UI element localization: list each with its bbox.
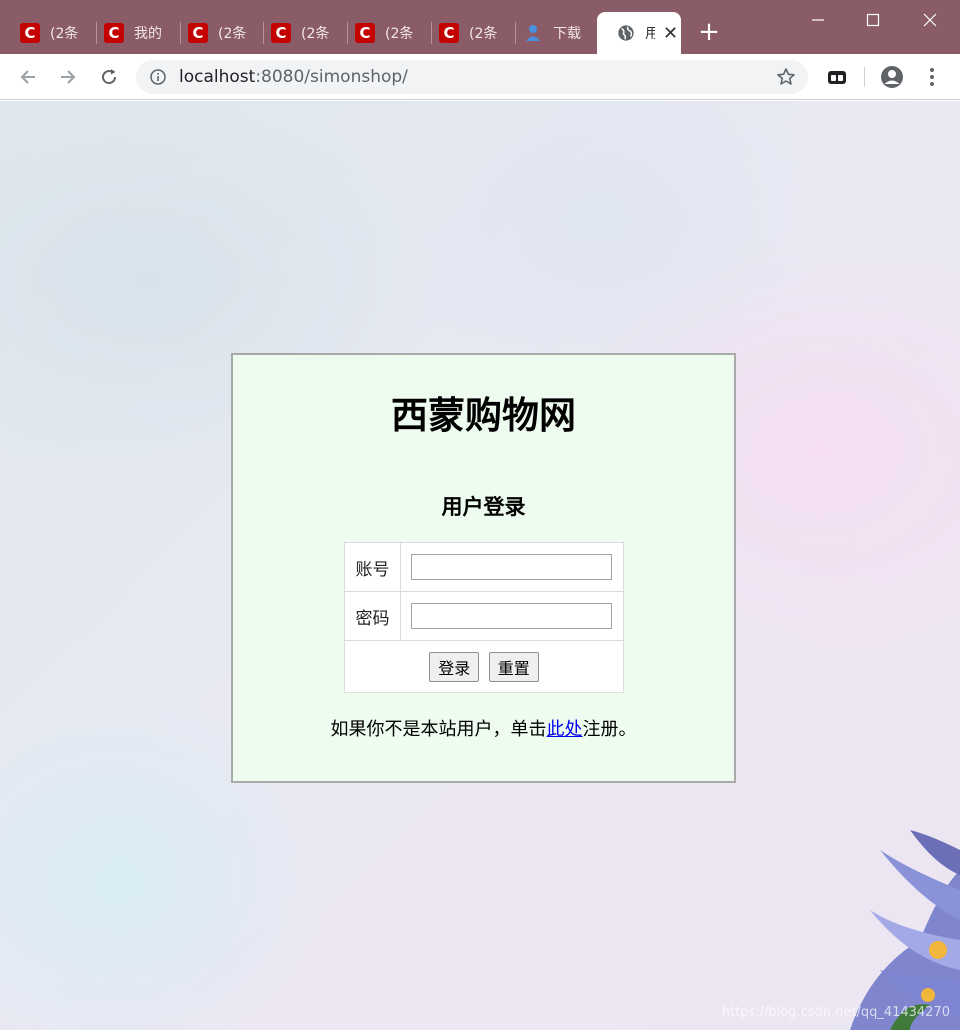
register-suffix: 注册。 [582, 719, 637, 740]
download-icon [526, 25, 540, 41]
csdn-icon: C [20, 23, 40, 43]
watermark-text: https://blog.csdn.net/qq_41434270 [721, 1005, 950, 1020]
tab-close-icon[interactable]: ✕ [663, 23, 678, 44]
arrow-left-icon [20, 70, 35, 84]
minimize-button[interactable] [804, 6, 832, 34]
login-heading: 用户登录 [441, 495, 526, 519]
reset-button[interactable]: 重置 [488, 651, 539, 682]
tab-active[interactable]: 用 ✕ [597, 12, 681, 54]
url-host: localhost [179, 67, 256, 87]
extension-button[interactable] [825, 65, 849, 89]
window-close-icon [923, 13, 937, 27]
address-url: localhost:8080/simonshop/ [179, 67, 408, 87]
tab-0[interactable]: C (2条 [0, 12, 82, 54]
tab-5[interactable]: C (2条 [419, 12, 501, 54]
browser-toolbar: localhost:8080/simonshop/ [0, 54, 960, 100]
tab-label: (2条 [50, 26, 79, 42]
arrow-right-icon [61, 70, 76, 84]
password-label: 密码 [344, 591, 401, 641]
password-row: 密码 [344, 591, 624, 641]
maximize-button[interactable] [859, 6, 887, 34]
profile-button[interactable] [880, 65, 904, 89]
tab-1[interactable]: C 我的 [84, 12, 166, 54]
csdn-icon: C [104, 23, 124, 43]
tab-3[interactable]: C (2条 [251, 12, 333, 54]
register-prefix: 如果你不是本站用户，单击 [330, 719, 547, 740]
login-panel: 西蒙购物网 用户登录 账号 密码 登录 重置 如果你不是本站用户，单击此处注册。 [231, 353, 736, 783]
reload-icon [102, 69, 117, 85]
browser-titlebar: C (2条 C 我的 C (2条 C (2条 C (2条 C (2条 下载 用 … [0, 0, 960, 54]
csdn-icon: C [355, 23, 375, 43]
flower-decoration [850, 830, 960, 1030]
register-prompt: 如果你不是本站用户，单击此处注册。 [233, 715, 734, 741]
tab-label: (2条 [469, 26, 498, 42]
menu-button[interactable] [920, 65, 944, 89]
window-close-button[interactable] [916, 6, 944, 34]
tab-label: (2条 [385, 26, 414, 42]
password-input[interactable] [411, 603, 612, 629]
address-bar[interactable]: localhost:8080/simonshop/ [136, 60, 808, 94]
tab-label: (2条 [218, 26, 247, 42]
csdn-icon: C [271, 23, 291, 43]
maximize-icon [866, 13, 880, 27]
account-icon [881, 66, 903, 88]
back-button[interactable] [14, 63, 42, 91]
site-title: 西蒙购物网 [391, 394, 576, 437]
login-form: 账号 密码 登录 重置 [344, 542, 624, 693]
more-vert-icon [930, 68, 934, 86]
tab-label: 用 [645, 26, 655, 42]
button-cell: 登录 重置 [344, 640, 624, 693]
username-row: 账号 [344, 542, 624, 592]
username-label: 账号 [344, 542, 401, 592]
register-link[interactable]: 此处 [547, 719, 583, 740]
login-button[interactable]: 登录 [429, 651, 480, 682]
url-path: :8080/simonshop/ [255, 67, 408, 87]
minimize-icon [812, 19, 824, 21]
username-input[interactable] [411, 554, 612, 580]
tab-4[interactable]: C (2条 [335, 12, 417, 54]
new-tab-button[interactable]: + [696, 19, 722, 45]
forward-button[interactable] [54, 63, 82, 91]
tab-2[interactable]: C (2条 [168, 12, 250, 54]
tab-label: 我的 [134, 26, 162, 42]
username-cell [400, 542, 624, 592]
csdn-icon: C [439, 23, 459, 43]
button-row: 登录 重置 [344, 640, 624, 693]
csdn-icon: C [188, 23, 208, 43]
tab-label: (2条 [301, 26, 330, 42]
bookmark-star-icon[interactable] [776, 67, 796, 87]
page-viewport: https://blog.csdn.net/qq_41434270 西蒙购物网 … [0, 101, 960, 1030]
tab-6[interactable]: 下载 [503, 12, 585, 54]
toolbar-divider [864, 67, 865, 87]
globe-icon [618, 25, 634, 41]
tab-label: 下载 [553, 26, 581, 42]
reload-button[interactable] [95, 63, 123, 91]
password-cell [400, 591, 624, 641]
extension-icon [828, 71, 846, 84]
info-icon[interactable] [150, 69, 166, 85]
